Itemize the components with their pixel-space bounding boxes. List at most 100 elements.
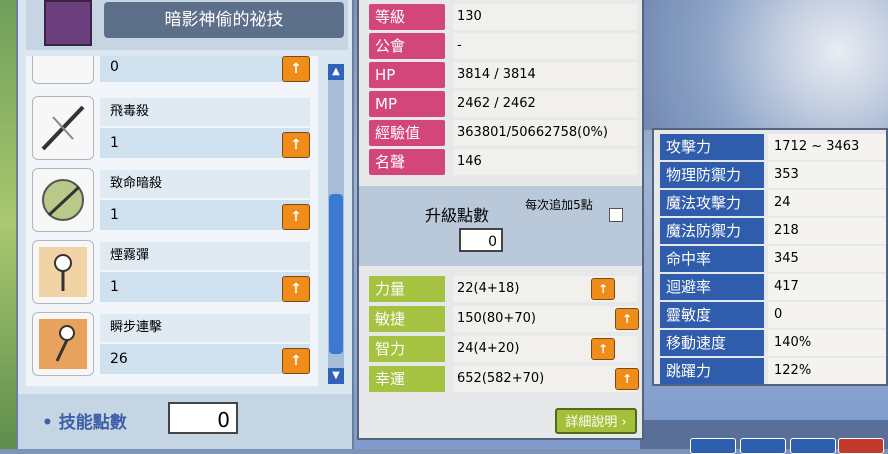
attribute-label: 敏捷 xyxy=(369,306,445,332)
detail-row-magic-atk: 魔法攻擊力 24 xyxy=(660,190,886,216)
ability-points-label: 升級點數 xyxy=(425,206,490,225)
skill-upgrade-button[interactable]: ↑ xyxy=(282,132,310,158)
skill-row[interactable]: 0 ↑ xyxy=(26,56,318,88)
skill-book-header: 暗影神偷的祕技 xyxy=(26,0,348,50)
skill-level: 26 xyxy=(100,344,310,374)
stat-row-level: 等級 130 xyxy=(365,4,637,30)
scroll-thumb[interactable] xyxy=(329,194,343,354)
detail-label: 跳躍力 xyxy=(660,358,764,384)
skill-name: 瞬步連擊 xyxy=(100,314,310,342)
scroll-icon[interactable] xyxy=(32,56,94,84)
skill-level: 1 xyxy=(100,200,310,230)
skill-name: 煙霧彈 xyxy=(100,242,310,270)
detail-row-attack: 攻擊力 1712 ~ 3463 xyxy=(660,134,886,160)
detail-button[interactable]: 詳細說明 › xyxy=(555,408,637,434)
attribute-label: 智力 xyxy=(369,336,445,362)
skill-list: 0 ↑ 飛毒殺 1 ↑ 致命暗殺 1 ↑ 煙霧彈 1 ↑ 瞬步連擊 26 ↑ xyxy=(26,56,318,386)
skill-points-value: 0 xyxy=(168,402,238,434)
stat-value: 130 xyxy=(453,4,637,30)
detail-row-speed: 移動速度 140% xyxy=(660,330,886,356)
stat-label: 等級 xyxy=(369,4,445,30)
attribute-upgrade-button[interactable]: ↑ xyxy=(591,278,615,300)
stat-label: HP xyxy=(369,62,445,88)
skill-row[interactable]: 飛毒殺 1 ↑ xyxy=(26,92,318,164)
skill-row[interactable]: 致命暗殺 1 ↑ xyxy=(26,164,318,236)
stat-label: 經驗值 xyxy=(369,120,445,146)
auto-assign-label: 每次追加5點 xyxy=(525,198,593,212)
detail-row-accuracy: 命中率 345 xyxy=(660,246,886,272)
assassinate-icon[interactable] xyxy=(32,168,94,232)
skill-upgrade-button[interactable]: ↑ xyxy=(282,56,310,82)
stat-value: 146 xyxy=(453,149,637,175)
detail-row-magic-def: 魔法防禦力 218 xyxy=(660,218,886,244)
throwing-star-icon[interactable] xyxy=(32,96,94,160)
detail-label: 魔法攻擊力 xyxy=(660,190,764,216)
detail-label: 靈敏度 xyxy=(660,302,764,328)
stat-label: MP xyxy=(369,91,445,117)
detail-label: 命中率 xyxy=(660,246,764,272)
stat-value: - xyxy=(453,33,637,59)
taskbar-button[interactable] xyxy=(790,438,836,454)
auto-assign-checkbox[interactable] xyxy=(609,208,623,222)
stat-label: 公會 xyxy=(369,33,445,59)
skill-book-icon[interactable] xyxy=(44,0,92,46)
detail-value: 417 xyxy=(768,274,886,300)
detail-label: 移動速度 xyxy=(660,330,764,356)
taskbar-button[interactable] xyxy=(838,438,884,454)
skill-points-label: • 技能點數 xyxy=(42,413,127,433)
taskbar-button[interactable] xyxy=(740,438,786,454)
skill-row[interactable]: 煙霧彈 1 ↑ xyxy=(26,236,318,308)
skill-row[interactable]: 瞬步連擊 26 ↑ xyxy=(26,308,318,380)
attribute-row-luk: 幸運 652(582+70) ↑ xyxy=(365,366,639,392)
detail-label: 魔法防禦力 xyxy=(660,218,764,244)
taskbar-button[interactable] xyxy=(690,438,736,454)
skill-name: 致命暗殺 xyxy=(100,170,310,198)
stat-value: 2462 / 2462 xyxy=(453,91,637,117)
skill-upgrade-button[interactable]: ↑ xyxy=(282,204,310,230)
ability-points-section: 升級點數 0 每次追加5點 xyxy=(359,186,642,266)
skill-name: 飛毒殺 xyxy=(100,98,310,126)
skill-level: 1 xyxy=(100,272,310,302)
dash-attack-icon[interactable] xyxy=(32,312,94,376)
detail-label: 物理防禦力 xyxy=(660,162,764,188)
attribute-row-int: 智力 24(4+20) ↑ xyxy=(365,336,637,362)
skill-list-scrollbar[interactable]: ▲ ▼ xyxy=(328,64,344,384)
stat-row-fame: 名聲 146 xyxy=(365,149,637,175)
skill-upgrade-button[interactable]: ↑ xyxy=(282,348,310,374)
stat-label: 名聲 xyxy=(369,149,445,175)
attribute-row-dex: 敏捷 150(80+70) ↑ xyxy=(365,306,639,332)
skill-points-bar: • 技能點數 0 xyxy=(18,394,352,449)
skill-upgrade-button[interactable]: ↑ xyxy=(282,276,310,302)
stat-row-exp: 經驗值 363801/50662758(0%) xyxy=(365,120,637,146)
detail-value: 345 xyxy=(768,246,886,272)
detail-value: 24 xyxy=(768,190,886,216)
skill-level: 0 xyxy=(100,56,310,82)
skill-level: 1 xyxy=(100,128,310,158)
scroll-up-button[interactable]: ▲ xyxy=(328,64,344,80)
smoke-bomb-icon[interactable] xyxy=(32,240,94,304)
scroll-down-button[interactable]: ▼ xyxy=(328,368,344,384)
stat-value: 3814 / 3814 xyxy=(453,62,637,88)
attribute-row-str: 力量 22(4+18) ↑ xyxy=(365,276,637,302)
attribute-upgrade-button[interactable]: ↑ xyxy=(591,338,615,360)
detail-value: 1712 ~ 3463 xyxy=(768,134,886,160)
attribute-label: 力量 xyxy=(369,276,445,302)
character-stat-window: 等級 130 公會 - HP 3814 / 3814 MP 2462 / 246… xyxy=(357,0,644,440)
attribute-upgrade-button[interactable]: ↑ xyxy=(615,368,639,390)
attribute-value: 652(582+70) xyxy=(453,366,637,392)
skill-book-title: 暗影神偷的祕技 xyxy=(104,2,344,38)
stat-row-hp: HP 3814 / 3814 xyxy=(365,62,637,88)
detail-value: 353 xyxy=(768,162,886,188)
attribute-label: 幸運 xyxy=(369,366,445,392)
skill-window: 暗影神偷的祕技 0 ↑ 飛毒殺 1 ↑ 致命暗殺 1 ↑ 煙霧彈 1 ↑ 瞬步連… xyxy=(16,0,354,449)
game-background-sky xyxy=(640,0,888,130)
detail-value: 218 xyxy=(768,218,886,244)
detail-row-agility: 靈敏度 0 xyxy=(660,302,886,328)
detail-row-avoid: 迴避率 417 xyxy=(660,274,886,300)
detail-label: 迴避率 xyxy=(660,274,764,300)
detail-value: 0 xyxy=(768,302,886,328)
stat-row-mp: MP 2462 / 2462 xyxy=(365,91,637,117)
attribute-upgrade-button[interactable]: ↑ xyxy=(615,308,639,330)
detail-stat-window: 攻擊力 1712 ~ 3463 物理防禦力 353 魔法攻擊力 24 魔法防禦力… xyxy=(652,128,888,386)
ability-points-value: 0 xyxy=(459,228,503,252)
